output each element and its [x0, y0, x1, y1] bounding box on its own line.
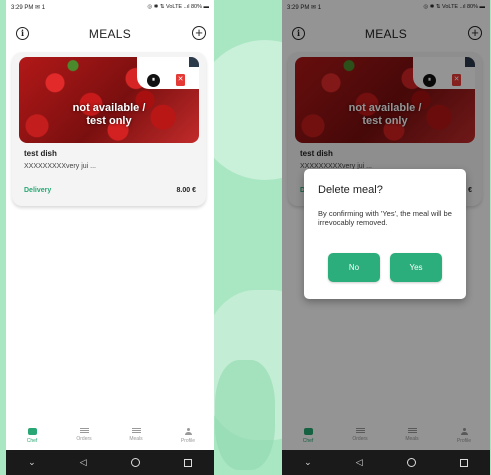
dialog-message: By confirming with 'Yes', the meal will …: [318, 209, 452, 227]
meal-photo: ⏸ ✕ not available / test only: [19, 57, 199, 143]
status-time: 3:29 PM: [11, 4, 34, 11]
nav-label: Chef: [26, 438, 38, 444]
delivery-label: Delivery: [24, 187, 52, 194]
nav-label: Profile: [180, 438, 196, 444]
price-label: 8.00 €: [176, 187, 196, 194]
background-shape: [215, 360, 275, 470]
status-icons: ◎ ✱ ⇅ VoLTE ..ıl 80% ▬: [147, 4, 209, 10]
recents-icon[interactable]: [459, 458, 468, 467]
phone-screen-delete-dialog: 3:29 PM ✉ 1 ◎ ✱ ⇅ VoLTE ..ıl 80% ▬ i MEA…: [282, 0, 490, 475]
orders-icon: [79, 428, 89, 433]
phone-screen-meals: 3:29 PM ✉ 1 ◎ ✱ ⇅ VoLTE ..ıl 80% ▬ i MEA…: [6, 0, 214, 475]
back-icon[interactable]: ◁: [80, 457, 87, 468]
overlay-line1: not available /: [72, 102, 146, 114]
home-icon[interactable]: [406, 458, 416, 467]
dish-name: test dish: [24, 149, 57, 158]
status-bar: 3:29 PM ✉ 1 ◎ ✱ ⇅ VoLTE ..ıl 80% ▬: [6, 0, 214, 14]
page-title: MEALS: [88, 27, 132, 41]
corner-accent: [189, 57, 199, 67]
add-meal-icon[interactable]: +: [192, 26, 206, 40]
home-icon[interactable]: [130, 458, 140, 467]
nav-item-orders[interactable]: Orders: [58, 424, 110, 450]
chef-icon: [27, 428, 37, 435]
app-header: i MEALS +: [6, 22, 214, 46]
collapse-icon[interactable]: ⌄: [28, 457, 36, 468]
nav-item-meals[interactable]: Meals: [110, 424, 162, 450]
dish-description: XXXXXXXXXvery jui ...: [24, 163, 96, 170]
profile-icon: [184, 428, 192, 435]
nav-item-chef[interactable]: Chef: [6, 424, 58, 450]
collapse-icon[interactable]: ⌄: [304, 457, 312, 468]
back-icon[interactable]: ◁: [356, 457, 363, 468]
meal-card[interactable]: ⏸ ✕ not available / test only test dish …: [12, 52, 206, 206]
delete-meal-dialog: Delete meal? By confirming with 'Yes', t…: [304, 169, 466, 299]
nav-label: Meals: [129, 436, 143, 442]
dialog-title: Delete meal?: [318, 184, 383, 196]
meals-icon: [131, 428, 141, 433]
availability-overlay: not available / test only: [19, 102, 199, 128]
system-nav-bar: ⌄ ◁: [282, 450, 490, 475]
no-button[interactable]: No: [328, 253, 380, 282]
trash-icon[interactable]: ✕: [176, 74, 185, 86]
pause-icon[interactable]: ⏸: [147, 74, 160, 87]
overlay-line2: test only: [86, 115, 132, 127]
system-nav-bar: ⌄ ◁: [6, 450, 214, 475]
recents-icon[interactable]: [183, 458, 192, 467]
yes-button[interactable]: Yes: [390, 253, 442, 282]
bottom-nav: Chef Orders Meals Profile: [6, 424, 214, 450]
nav-item-profile[interactable]: Profile: [162, 424, 214, 450]
status-notification-icons: ✉ 1: [35, 4, 46, 11]
nav-label: Orders: [76, 436, 92, 442]
